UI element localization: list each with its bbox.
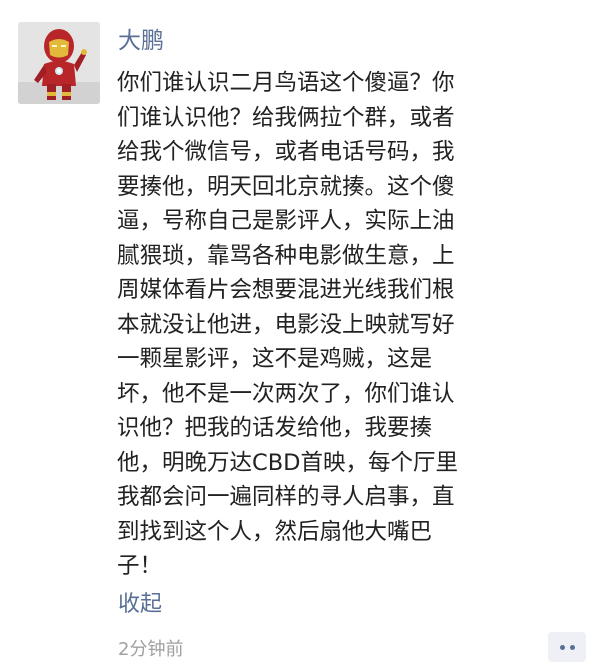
message-line: 识他？把我的话发给他，我要揍 <box>117 415 433 441</box>
username[interactable]: 大鹏 <box>118 26 164 56</box>
message-line: 腻猥琐，靠骂各种电影做生意，上 <box>117 242 455 269</box>
message-line: 你们谁认识二月鸟语这个傻逼？你 <box>117 70 455 96</box>
message-line: 子！ <box>117 553 163 579</box>
message-line: 要揍他，明天回北京就揍。这个傻 <box>117 173 455 200</box>
user-avatar[interactable] <box>18 22 100 104</box>
collapse-link[interactable]: 收起 <box>118 590 162 620</box>
message-line: 们谁认识他？给我俩拉个群，或者 <box>117 104 455 131</box>
message-line: 一颗星影评，这不是鸡贼，这是 <box>117 346 433 372</box>
moments-post: 大鹏 你们谁认识二月鸟语这个傻逼？你 们谁认识他？给我俩拉个群，或者 给我个微信… <box>0 0 590 667</box>
more-actions-button[interactable] <box>548 632 586 662</box>
message-line: 逼，号称自己是影评人，实际上油 <box>117 208 455 234</box>
ironman-avatar-icon <box>18 22 100 104</box>
more-dot-icon <box>559 644 565 650</box>
post-timestamp: 2分钟前 <box>118 639 184 660</box>
message-line: 本就没让他进，电影没上映就写好 <box>117 311 455 338</box>
message-line: 给我个微信号，或者电话号码，我 <box>117 139 455 165</box>
message-line: 他，明晚万达CBD首映，每个厅里 <box>117 449 458 476</box>
message-line: 坏，他不是一次两次了，你们谁认 <box>117 380 455 407</box>
more-dot-icon <box>569 644 575 650</box>
message-line: 我都会问一遍同样的寻人启事，直 <box>117 484 455 510</box>
post-message: 你们谁认识二月鸟语这个傻逼？你 们谁认识他？给我俩拉个群，或者 给我个微信号，或… <box>117 66 557 584</box>
message-line: 周媒体看片会想要混进光线我们根 <box>117 277 455 303</box>
message-line: 到找到这个人，然后扇他大嘴巴 <box>117 518 433 545</box>
